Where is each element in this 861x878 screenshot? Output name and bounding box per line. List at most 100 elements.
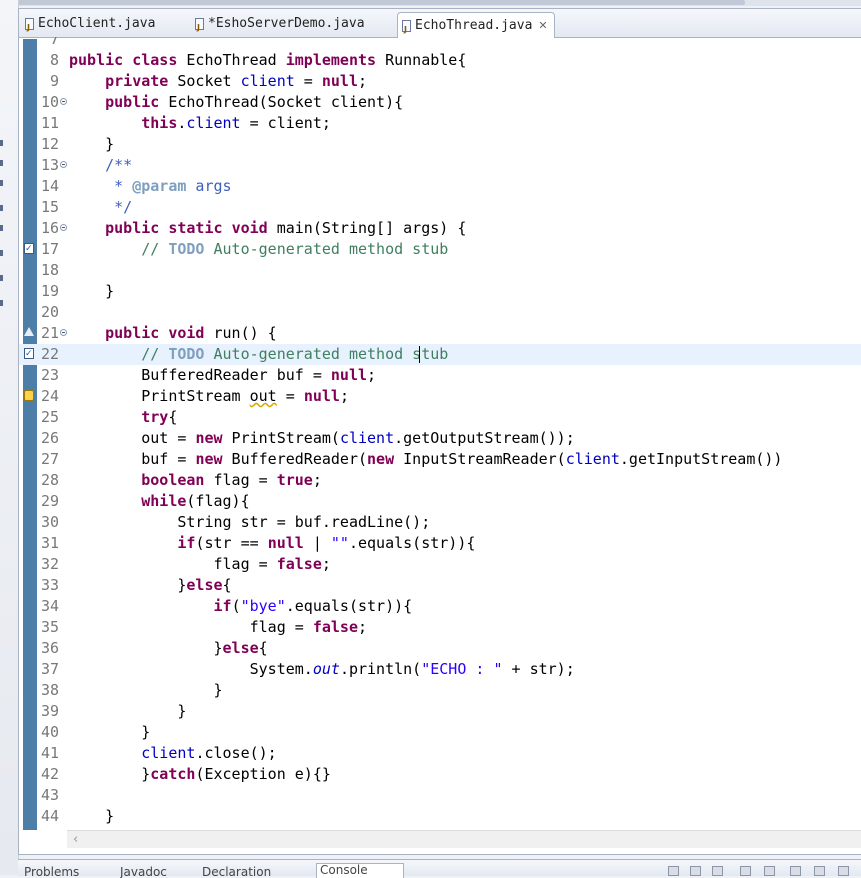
code-line[interactable]: 11 this.client = client;	[19, 113, 861, 134]
code-line[interactable]: 35 flag = false;	[19, 617, 861, 638]
line-number: 34	[40, 597, 59, 615]
code-line[interactable]: 15 */	[19, 197, 861, 218]
horizontal-scrollbar[interactable]: ‹	[67, 830, 861, 848]
view-tab-console[interactable]: Console	[316, 863, 404, 878]
code-line[interactable]: 32 flag = false;	[19, 554, 861, 575]
line-number: 25	[40, 408, 59, 426]
code-text: }	[69, 135, 115, 153]
task-marker-icon[interactable]	[24, 344, 34, 365]
code-line[interactable]: 41 client.close();	[19, 743, 861, 764]
line-number: 15	[40, 198, 59, 216]
code-line[interactable]: 40 }	[19, 722, 861, 743]
code-line[interactable]: 28 boolean flag = true;	[19, 470, 861, 491]
code-line[interactable]: 10 public EchoThread(Socket client){	[19, 92, 861, 113]
code-line[interactable]: 39 }	[19, 701, 861, 722]
strip-marker	[0, 140, 3, 146]
code-line[interactable]: 42 }catch(Exception e){}	[19, 764, 861, 785]
line-number: 40	[40, 723, 59, 741]
code-area[interactable]: 7 8 public class EchoThread implements Run…	[19, 37, 861, 830]
top-scroll-thumb[interactable]	[0, 0, 745, 5]
code-text: }else{	[69, 639, 268, 657]
java-editor: EchoClient.java *EshoServerDemo.java Ech…	[18, 8, 861, 855]
line-number: 36	[40, 639, 59, 657]
code-line[interactable]: 19 }	[19, 281, 861, 302]
code-line[interactable]: 38 }	[19, 680, 861, 701]
line-number: 43	[40, 786, 59, 804]
code-text: }	[69, 702, 187, 720]
code-line[interactable]: 33 }else{	[19, 575, 861, 596]
code-line[interactable]: 25 try{	[19, 407, 861, 428]
code-text: if("bye".equals(str)){	[213, 597, 413, 615]
line-number: 7	[49, 37, 59, 48]
code-line[interactable]: 8 public class EchoThread implements Runn…	[19, 50, 861, 71]
editor-tab-bar: EchoClient.java *EshoServerDemo.java Ech…	[19, 9, 861, 42]
code-text: }	[69, 807, 115, 825]
fold-collapse-icon[interactable]	[60, 98, 67, 105]
code-line[interactable]: 34 if("bye".equals(str)){	[19, 596, 861, 617]
tab-label: EchoThread.java	[415, 17, 533, 33]
line-number: 8	[49, 51, 59, 69]
code-line[interactable]: 20	[19, 302, 861, 323]
code-text: this.client = client;	[141, 114, 331, 132]
view-tab-javadoc[interactable]: Javadoc	[120, 866, 192, 878]
override-marker-icon[interactable]	[24, 327, 34, 336]
line-number: 20	[40, 303, 59, 321]
code-text: PrintStream out = null;	[69, 387, 349, 405]
code-line[interactable]: 26 out = new PrintStream(client.getOutpu…	[19, 428, 861, 449]
line-number: 31	[40, 534, 59, 552]
code-line[interactable]: 9 private Socket client = null;	[19, 71, 861, 92]
code-text: }	[69, 723, 151, 741]
code-line[interactable]: 31 if(str == null | "".equals(str)){	[19, 533, 861, 554]
code-line[interactable]: 30 String str = buf.readLine();	[19, 512, 861, 533]
tab-label: *EshoServerDemo.java	[208, 16, 365, 31]
line-number: 10	[40, 93, 59, 111]
code-line[interactable]: 22 // TODO Auto-generated method stub	[19, 344, 861, 365]
tab-eshoserverdemo[interactable]: *EshoServerDemo.java	[195, 12, 365, 40]
code-line[interactable]: 14 * @param args	[19, 176, 861, 197]
code-line[interactable]: 29 while(flag){	[19, 491, 861, 512]
tab-echothread[interactable]: EchoThread.java ✕	[397, 12, 555, 42]
code-line[interactable]: 12 }	[19, 134, 861, 155]
strip-marker	[0, 275, 3, 281]
code-line[interactable]: 16 public static void main(String[] args…	[19, 218, 861, 239]
code-line[interactable]: 7	[19, 37, 861, 50]
code-line[interactable]: 43	[19, 785, 861, 806]
top-scrollbar[interactable]	[0, 0, 861, 6]
code-text: while(flag){	[141, 492, 250, 510]
code-line[interactable]: 18	[19, 260, 861, 281]
code-text: boolean flag = true;	[141, 471, 322, 489]
line-number: 42	[40, 765, 59, 783]
view-tab-problems[interactable]: Problems	[24, 866, 96, 878]
line-number: 24	[40, 387, 59, 405]
code-line[interactable]: 17 // TODO Auto-generated method stub	[19, 239, 861, 260]
code-text: System.out.println("ECHO : " + str);	[69, 660, 575, 678]
code-text: // TODO Auto-generated method stub	[141, 240, 449, 258]
code-line[interactable]: 24 PrintStream out = null;	[19, 386, 861, 407]
code-text: buf = new BufferedReader(new InputStream…	[69, 450, 783, 468]
bottom-view-bar: Problems Javadoc Declaration Console	[18, 859, 861, 878]
code-text: }	[69, 282, 115, 300]
fold-collapse-icon[interactable]	[60, 161, 67, 168]
code-line[interactable]: 23 BufferedReader buf = null;	[19, 365, 861, 386]
code-text: }	[69, 681, 223, 699]
line-number: 38	[40, 681, 59, 699]
line-number: 22	[40, 345, 59, 363]
code-line[interactable]: 37 System.out.println("ECHO : " + str);	[19, 659, 861, 680]
code-line[interactable]: 44 }	[19, 806, 861, 827]
java-file-icon	[195, 16, 204, 40]
tab-echoclient[interactable]: EchoClient.java	[25, 12, 155, 40]
line-number: 44	[40, 807, 59, 825]
warning-marker-icon[interactable]	[24, 390, 34, 401]
fold-collapse-icon[interactable]	[60, 329, 67, 336]
line-number: 26	[40, 429, 59, 447]
close-icon[interactable]: ✕	[538, 14, 547, 38]
code-line[interactable]: 27 buf = new BufferedReader(new InputStr…	[19, 449, 861, 470]
code-line[interactable]: 21 public void run() {	[19, 323, 861, 344]
task-marker-icon[interactable]	[24, 239, 34, 260]
view-tab-declaration[interactable]: Declaration	[202, 866, 302, 878]
fold-collapse-icon[interactable]	[60, 224, 67, 231]
code-line[interactable]: 36 }else{	[19, 638, 861, 659]
strip-marker	[0, 250, 3, 256]
scroll-left-icon[interactable]: ‹	[73, 831, 78, 848]
code-line[interactable]: 13 /**	[19, 155, 861, 176]
